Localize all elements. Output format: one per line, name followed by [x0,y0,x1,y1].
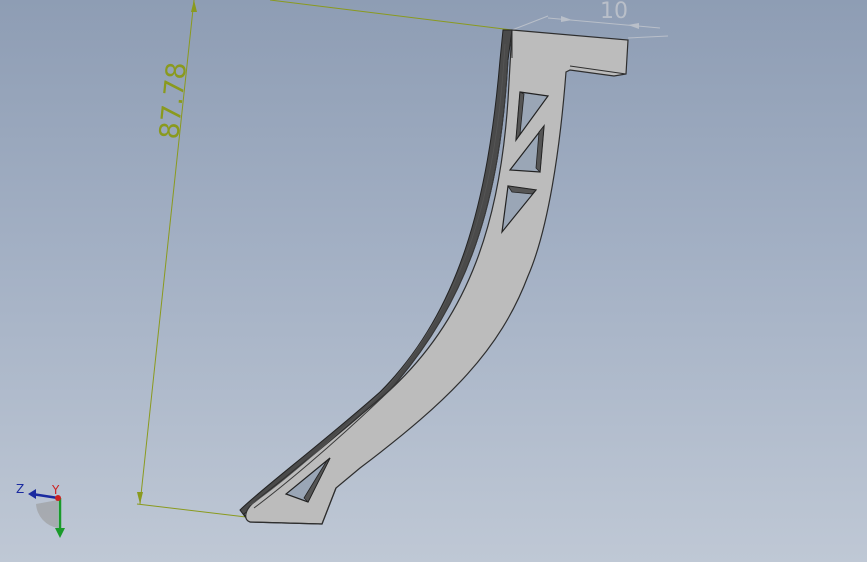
dimension-arrow-left [561,16,572,22]
dimension-value-vertical[interactable]: 87.78 [154,61,193,141]
dimension-arrow-top [191,0,197,12]
part-main-face [245,29,629,525]
triad-quarter-disc [36,500,58,528]
orientation-triad[interactable]: Z Y [16,482,65,538]
dimension-extension-line-bottom [136,503,247,518]
dimension-arrow-right [628,23,639,29]
triad-z-arrow [28,489,36,499]
dimension-extension-line-right [627,35,669,39]
dimension-extension-line-left [511,15,549,31]
triad-y-label: Y [51,483,60,497]
3d-viewport[interactable]: 87.78 10 Z Y [0,0,867,562]
triad-z-label: Z [16,482,24,496]
dimension-arrow-bottom [137,492,143,504]
dimension-value-horizontal[interactable]: 10 [600,0,628,24]
bracket-part[interactable] [239,29,629,525]
triad-y-arrow [55,528,65,538]
dimension-extension-line-top [269,0,513,31]
